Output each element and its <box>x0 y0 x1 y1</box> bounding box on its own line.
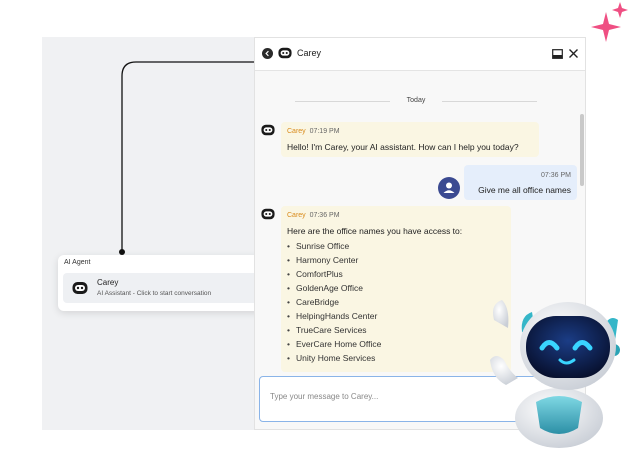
chat-title: Carey <box>297 48 322 58</box>
message-time: 07:19 PM <box>309 128 340 135</box>
office-list-item: EverCare Home Office <box>287 337 381 351</box>
office-list-item: Sunrise Office <box>287 239 381 253</box>
message-time: 07:36 PM <box>309 212 340 219</box>
date-divider-line <box>442 101 537 102</box>
office-list-item: TrueCare Services <box>287 323 381 337</box>
message-text: Here are the office names you have acces… <box>287 226 463 236</box>
message-time: 07:36 PM <box>541 172 571 179</box>
background-panel <box>42 37 254 430</box>
close-icon[interactable] <box>568 48 579 59</box>
office-list: Sunrise Office Harmony Center ComfortPlu… <box>287 239 381 365</box>
chatbot-icon <box>261 124 275 136</box>
office-list-item: Harmony Center <box>287 253 381 267</box>
date-divider-line <box>295 101 390 102</box>
agent-name: Carey <box>97 278 119 287</box>
scrollbar[interactable] <box>580 114 584 186</box>
office-list-item: ComfortPlus <box>287 267 381 281</box>
robot-mascot <box>490 300 620 448</box>
agent-card-title: AI Agent <box>64 259 91 266</box>
chatbot-icon <box>278 47 292 59</box>
agent-subtitle: AI Assistant - Click to start conversati… <box>97 290 212 297</box>
user-avatar <box>438 177 460 199</box>
sender-name: Carey <box>287 212 306 219</box>
message-text: Give me all office names <box>478 185 571 195</box>
chatbot-icon <box>72 282 88 294</box>
message-bubble-bot: Carey 07:19 PM Hello! I'm Carey, your AI… <box>281 122 539 157</box>
chatbot-icon <box>261 208 275 220</box>
message-meta: Carey 07:19 PM <box>287 128 340 135</box>
date-divider: Today <box>406 97 426 104</box>
sender-name: Carey <box>287 128 306 135</box>
office-list-item: GoldenAge Office <box>287 281 381 295</box>
minimize-icon[interactable] <box>552 49 563 59</box>
office-list-item: Unity Home Services <box>287 351 381 365</box>
message-text: Hello! I'm Carey, your AI assistant. How… <box>287 142 519 152</box>
agent-list-item-carey[interactable]: Carey AI Assistant - Click to start conv… <box>63 273 271 303</box>
sparkle-icon <box>591 2 628 42</box>
message-meta: Carey 07:36 PM <box>287 212 340 219</box>
stage: AI Agent Carey AI Assistant - Click to s… <box>0 0 636 450</box>
message-bubble-bot: Carey 07:36 PM Here are the office names… <box>281 206 511 372</box>
back-arrow-icon[interactable] <box>262 48 273 59</box>
office-list-item: HelpingHands Center <box>287 309 381 323</box>
agent-card: AI Agent Carey AI Assistant - Click to s… <box>58 255 276 311</box>
user-icon <box>443 182 455 193</box>
message-bubble-user: 07:36 PM Give me all office names <box>464 165 577 200</box>
chat-header: Carey <box>255 38 585 71</box>
office-list-item: CareBridge <box>287 295 381 309</box>
